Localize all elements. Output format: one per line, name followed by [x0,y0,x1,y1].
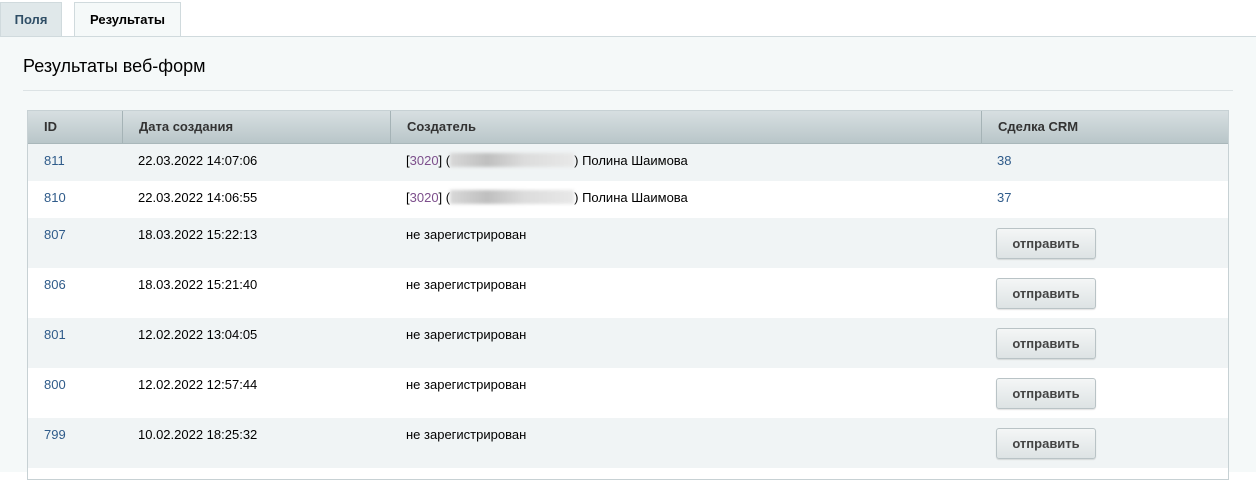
results-table: ID Дата создания Создатель Сделка CRM 81… [27,110,1229,480]
row-date: 12.02.2022 12:57:44 [138,377,258,392]
column-header-date[interactable]: Дата создания [123,111,391,143]
tab-bar: Поля Результаты [0,0,1256,38]
row-id-link[interactable]: 799 [44,427,66,442]
creator-name: Полина Шаимова [582,190,688,205]
table-row: 807 18.03.2022 15:22:13 не зарегистриров… [28,218,1228,268]
table-row: 799 10.02.2022 18:25:32 не зарегистриров… [28,418,1228,468]
column-header-id[interactable]: ID [28,111,123,143]
tab-fields[interactable]: Поля [0,2,62,36]
row-creator: не зарегистрирован [406,327,527,342]
creator-id-link[interactable]: 3020 [410,153,439,168]
row-creator: не зарегистрирован [406,277,527,292]
row-id-link[interactable]: 811 [44,153,65,168]
row-creator: [3020] () Полина Шаимова [406,190,688,205]
table-row: 811 22.03.2022 14:07:06 [3020] () Полина… [28,144,1228,181]
send-to-crm-button[interactable]: отправить [996,378,1096,409]
table-row: 800 12.02.2022 12:57:44 не зарегистриров… [28,368,1228,418]
row-id-link[interactable]: 801 [44,327,66,342]
table-row: 810 22.03.2022 14:06:55 [3020] () Полина… [28,181,1228,218]
creator-id-link[interactable]: 3020 [410,190,439,205]
row-id-link[interactable]: 810 [44,190,66,205]
row-date: 18.03.2022 15:21:40 [138,277,258,292]
row-date: 18.03.2022 15:22:13 [138,227,258,242]
row-date: 22.03.2022 14:07:06 [138,153,258,168]
row-creator: не зарегистрирован [406,227,527,242]
table-header: ID Дата создания Создатель Сделка CRM [28,111,1228,144]
send-to-crm-button[interactable]: отправить [996,328,1096,359]
column-header-crm[interactable]: Сделка CRM [982,111,1228,143]
row-creator: не зарегистрирован [406,427,527,442]
crm-deal-link[interactable]: 37 [997,190,1011,205]
table-row: 806 18.03.2022 15:21:40 не зарегистриров… [28,268,1228,318]
tab-results[interactable]: Результаты [74,2,181,38]
table-row: 801 12.02.2022 13:04:05 не зарегистриров… [28,318,1228,368]
send-to-crm-button[interactable]: отправить [996,278,1096,309]
column-header-creator[interactable]: Создатель [391,111,982,143]
send-to-crm-button[interactable]: отправить [996,228,1096,259]
redacted-email [450,190,575,204]
row-date: 12.02.2022 13:04:05 [138,327,258,342]
row-creator: не зарегистрирован [406,377,527,392]
row-date: 10.02.2022 18:25:32 [138,427,258,442]
crm-deal-link[interactable]: 38 [997,153,1011,168]
results-panel: Результаты веб-форм ID Дата создания Соз… [0,36,1256,480]
row-date: 22.03.2022 14:06:55 [138,190,258,205]
send-to-crm-button[interactable]: отправить [996,428,1096,459]
row-id-link[interactable]: 800 [44,377,66,392]
creator-name: Полина Шаимова [582,153,688,168]
title-divider [23,90,1233,91]
row-creator: [3020] () Полина Шаимова [406,153,688,168]
page-title: Результаты веб-форм [23,56,206,76]
row-id-link[interactable]: 806 [44,277,66,292]
redacted-email [450,153,575,167]
row-id-link[interactable]: 807 [44,227,66,242]
